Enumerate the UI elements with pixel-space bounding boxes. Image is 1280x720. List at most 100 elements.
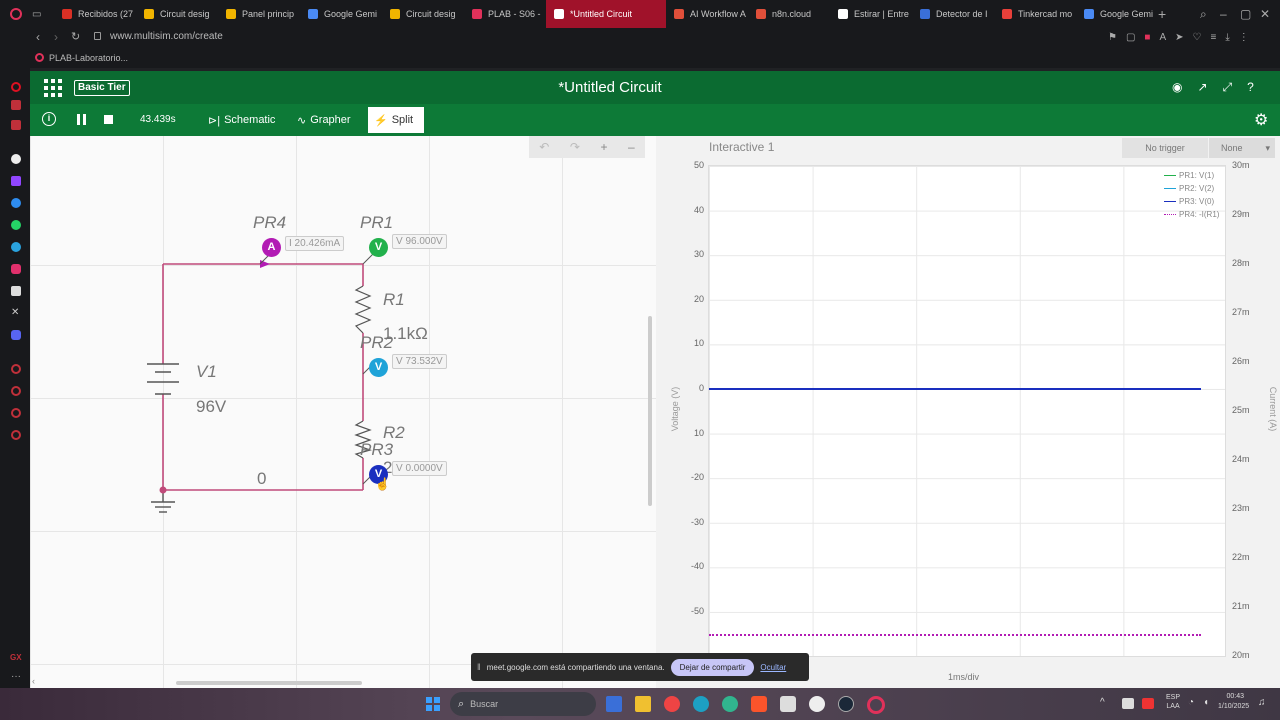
browser-tab[interactable]: Estirar | Entre <box>830 0 912 28</box>
plot-area[interactable] <box>708 165 1226 657</box>
minimize-button[interactable]: – <box>1220 7 1240 21</box>
wifi-icon[interactable]: ◔ <box>1188 697 1194 708</box>
show-hidden-icons[interactable]: ^ <box>1100 697 1105 708</box>
clock-icon[interactable] <box>11 386 21 396</box>
copilot-icon[interactable] <box>722 696 738 712</box>
forward-icon[interactable]: › <box>54 30 58 44</box>
browser-tab[interactable]: Panel princip <box>218 0 300 28</box>
hide-link[interactable]: Ocultar <box>760 663 786 672</box>
brave-icon[interactable] <box>751 696 767 712</box>
browser-tab[interactable]: Circuit desig <box>382 0 464 28</box>
scroll-left-icon[interactable]: ‹ <box>32 676 35 686</box>
messenger-icon[interactable] <box>11 100 21 110</box>
schematic-canvas[interactable]: ↶ ↷ + – V1 96V R1 1.1kΩ R2 2 0 PR4 A I 2… <box>30 136 656 688</box>
language-indicator[interactable]: ESP LAA <box>1166 693 1180 711</box>
gx-icon[interactable]: GX <box>10 653 22 662</box>
probe-pr4-marker[interactable]: A <box>262 238 281 257</box>
tab-favicon-icon <box>144 9 154 19</box>
tab-grapher[interactable]: ∿ Grapher <box>291 107 357 133</box>
windows-start-icon[interactable] <box>426 697 440 711</box>
send-icon[interactable]: ➤ <box>1175 32 1183 43</box>
aria-assistant-icon[interactable] <box>11 154 21 164</box>
help-icon[interactable]: ? <box>1247 80 1254 95</box>
settings-icon[interactable]: ≡ <box>1211 32 1217 43</box>
tiktok-icon[interactable] <box>11 286 21 296</box>
close-window-button[interactable]: ✕ <box>1260 7 1280 21</box>
fullscreen-icon[interactable]: ⤢ <box>1223 80 1233 95</box>
file-explorer-icon[interactable] <box>635 696 651 712</box>
browser-logo-icon[interactable] <box>0 0 32 28</box>
edge-icon[interactable] <box>693 696 709 712</box>
stop-sharing-button[interactable]: Dejar de compartir <box>670 658 755 676</box>
y-right-tick-label: 25m <box>1232 405 1250 415</box>
browser-tab[interactable]: n8n.cloud <box>748 0 830 28</box>
browser-tab[interactable]: Recibidos (27 <box>54 0 136 28</box>
stop-button[interactable] <box>104 115 113 124</box>
reload-icon[interactable]: ↻ <box>71 30 80 43</box>
menu-icon[interactable]: ⋮ <box>1239 32 1249 43</box>
notification-bell-icon[interactable]: ♫ <box>1258 697 1266 708</box>
browser-tab[interactable]: *Untitled Circuit <box>546 0 666 28</box>
telegram-icon[interactable] <box>11 242 21 252</box>
instagram-icon[interactable] <box>11 264 21 274</box>
tab-schematic[interactable]: ⊳| Schematic <box>202 107 281 133</box>
browser-tab[interactable]: AI Workflow A <box>666 0 748 28</box>
probe-pr2-marker[interactable]: V <box>369 358 388 377</box>
tray-icon[interactable] <box>1122 698 1134 709</box>
more-icon[interactable]: ··· <box>11 671 21 682</box>
browser-tab[interactable]: Google Gemi <box>300 0 382 28</box>
download-icon[interactable]: ⤓ <box>1225 32 1229 43</box>
discord-icon[interactable] <box>11 330 21 340</box>
search-tabs-icon[interactable]: ⌕ <box>1200 7 1220 22</box>
tab-list-icon[interactable]: ▭ <box>32 9 54 20</box>
probe-pr1-marker[interactable]: V <box>369 238 388 257</box>
circuit-title[interactable]: *Untitled Circuit <box>490 79 730 96</box>
tab-favicon-icon <box>62 9 72 19</box>
messenger-chat-icon[interactable] <box>11 198 21 208</box>
steam-icon[interactable] <box>838 696 854 712</box>
maximize-button[interactable]: ▢ <box>1240 7 1260 21</box>
tab-split[interactable]: ⚡ Split <box>368 107 424 133</box>
taskbar-search[interactable]: ⌕ Buscar <box>450 692 596 716</box>
tier-badge[interactable]: Basic Tier <box>74 80 130 96</box>
tray-icon-2[interactable] <box>1142 698 1154 709</box>
twitch-icon[interactable] <box>11 176 21 186</box>
gear-icon[interactable] <box>11 430 21 440</box>
browser-tab[interactable]: Circuit desig <box>136 0 218 28</box>
wallet-icon[interactable]: ■ <box>1144 32 1150 43</box>
aria-icon[interactable] <box>11 82 21 92</box>
whatsapp-icon[interactable] <box>11 220 21 230</box>
legend-swatch <box>1164 214 1176 215</box>
extensions-icon[interactable] <box>11 408 21 418</box>
clock[interactable]: 00:43 1/10/2025 <box>1218 692 1249 712</box>
drag-handle-icon[interactable]: ‖ <box>477 662 481 672</box>
volume-icon[interactable]: ◖ <box>1203 697 1209 708</box>
translate-icon[interactable]: A <box>1159 32 1166 43</box>
news-icon[interactable] <box>11 120 21 130</box>
apps-grid-icon[interactable] <box>44 79 62 97</box>
bookmark-item[interactable]: PLAB-Laboratorio... <box>49 53 128 63</box>
visibility-icon[interactable]: ◉ <box>1172 80 1182 95</box>
chrome-icon[interactable] <box>664 696 680 712</box>
browser-tab[interactable]: Google Gemi <box>1076 0 1158 28</box>
screenshot-icon[interactable]: ▢ <box>1126 32 1135 43</box>
pause-button[interactable] <box>77 114 86 125</box>
trigger-mode-select[interactable]: None ▾ <box>1209 138 1275 158</box>
x-icon[interactable]: ✕ <box>11 308 21 318</box>
url-field[interactable]: www.multisim.com/create <box>110 31 223 42</box>
info-icon[interactable]: i <box>42 112 56 126</box>
browser-tab[interactable]: PLAB - S06 - <box>464 0 546 28</box>
task-view-icon[interactable] <box>606 696 622 712</box>
roblox-icon[interactable] <box>780 696 796 712</box>
opera-taskbar-icon[interactable] <box>867 696 885 714</box>
extension-icon[interactable]: ⚑ <box>1108 32 1117 43</box>
share-icon[interactable]: ↗ <box>1197 80 1207 95</box>
browser-tab[interactable]: Detector de I <box>912 0 994 28</box>
settings-gear-icon[interactable]: ⚙ <box>1254 110 1268 130</box>
new-tab-button[interactable]: + <box>1158 6 1176 22</box>
heart-icon[interactable]: ♡ <box>1193 32 1202 43</box>
browser-tab[interactable]: Tinkercad mo <box>994 0 1076 28</box>
back-icon[interactable]: ‹ <box>36 30 40 44</box>
github-icon[interactable] <box>809 696 825 712</box>
history-icon[interactable] <box>11 364 21 374</box>
